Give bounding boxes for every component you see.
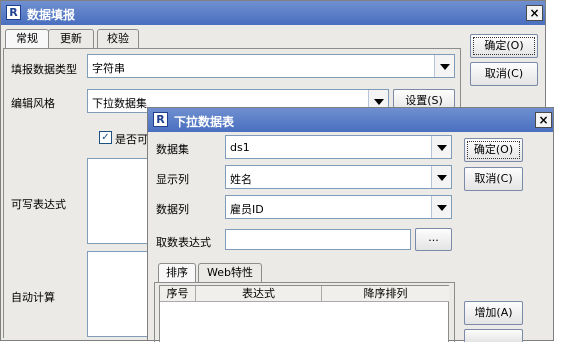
- dataset-label: 数据集: [156, 143, 189, 156]
- app-logo-icon: R: [153, 112, 168, 127]
- add-button[interactable]: 增加(A): [464, 301, 523, 325]
- chevron-down-icon[interactable]: [431, 136, 451, 158]
- main-close-button[interactable]: ×: [526, 5, 543, 21]
- data-col-value: 雇员ID: [230, 203, 264, 216]
- chevron-down-icon[interactable]: [431, 196, 451, 218]
- sub-dialog-title: 下拉数据表: [174, 115, 235, 129]
- checkbox-label: 是否可: [115, 133, 148, 146]
- tab-update[interactable]: 更新: [48, 29, 94, 49]
- tab-sort-label: 排序: [166, 266, 188, 279]
- auto-calc-label: 自动计算: [11, 291, 55, 304]
- display-col-value: 姓名: [230, 173, 252, 186]
- tab-general[interactable]: 常规: [5, 29, 49, 49]
- next-button-partial[interactable]: [464, 329, 523, 342]
- writable-expr-label: 可写表达式: [11, 198, 66, 211]
- sub-ok-button[interactable]: 确定(O): [464, 138, 523, 162]
- chevron-down-icon[interactable]: [431, 166, 451, 188]
- app-logo-icon: R: [6, 5, 21, 20]
- main-ok-button[interactable]: 确定(O): [470, 34, 538, 58]
- sub-cancel-button[interactable]: 取消(C): [464, 167, 523, 191]
- fetch-expr-browse-button[interactable]: ...: [415, 228, 452, 251]
- dataset-select[interactable]: ds1: [225, 135, 452, 159]
- main-title-bar[interactable]: R 数据填报 ×: [1, 1, 545, 25]
- main-dialog-title: 数据填报: [27, 8, 76, 22]
- sub-close-button[interactable]: ×: [535, 112, 552, 128]
- table-header-index[interactable]: 序号: [160, 286, 196, 302]
- tab-validate-label: 校验: [107, 32, 129, 45]
- data-col-label: 数据列: [156, 203, 189, 216]
- chevron-down-icon[interactable]: [434, 55, 454, 77]
- fetch-expr-label: 取数表达式: [156, 236, 211, 249]
- fetch-expr-input[interactable]: [225, 229, 411, 250]
- table-header-expression[interactable]: 表达式: [196, 286, 322, 302]
- checkmark-icon[interactable]: ✓: [99, 131, 112, 144]
- display-col-label: 显示列: [156, 173, 189, 186]
- tab-web-features-label: Web特性: [207, 266, 253, 279]
- display-col-select[interactable]: 姓名: [225, 165, 452, 189]
- tab-general-label: 常规: [16, 32, 38, 45]
- dropdown-table-dialog: R 下拉数据表 × 数据集 ds1 显示列 姓名 数据列 雇员ID 取数表达式 …: [147, 107, 554, 342]
- main-cancel-button[interactable]: 取消(C): [470, 62, 538, 86]
- data-type-label: 填报数据类型: [11, 63, 77, 76]
- tab-update-label: 更新: [60, 32, 82, 45]
- sort-table[interactable]: 序号 表达式 降序排列: [159, 285, 449, 342]
- edit-style-label: 编辑风格: [11, 97, 55, 110]
- sub-title-bar[interactable]: R 下拉数据表 ×: [148, 108, 553, 132]
- dataset-value: ds1: [230, 141, 250, 154]
- tab-validate[interactable]: 校验: [97, 29, 139, 49]
- edit-style-value: 下拉数据集: [92, 97, 147, 110]
- table-header-desc-order[interactable]: 降序排列: [322, 286, 449, 302]
- tab-sort[interactable]: 排序: [158, 263, 196, 283]
- data-type-select[interactable]: 字符串: [87, 54, 455, 78]
- data-col-select[interactable]: 雇员ID: [225, 195, 452, 219]
- data-type-value: 字符串: [92, 62, 125, 75]
- tab-web-features[interactable]: Web特性: [198, 263, 262, 283]
